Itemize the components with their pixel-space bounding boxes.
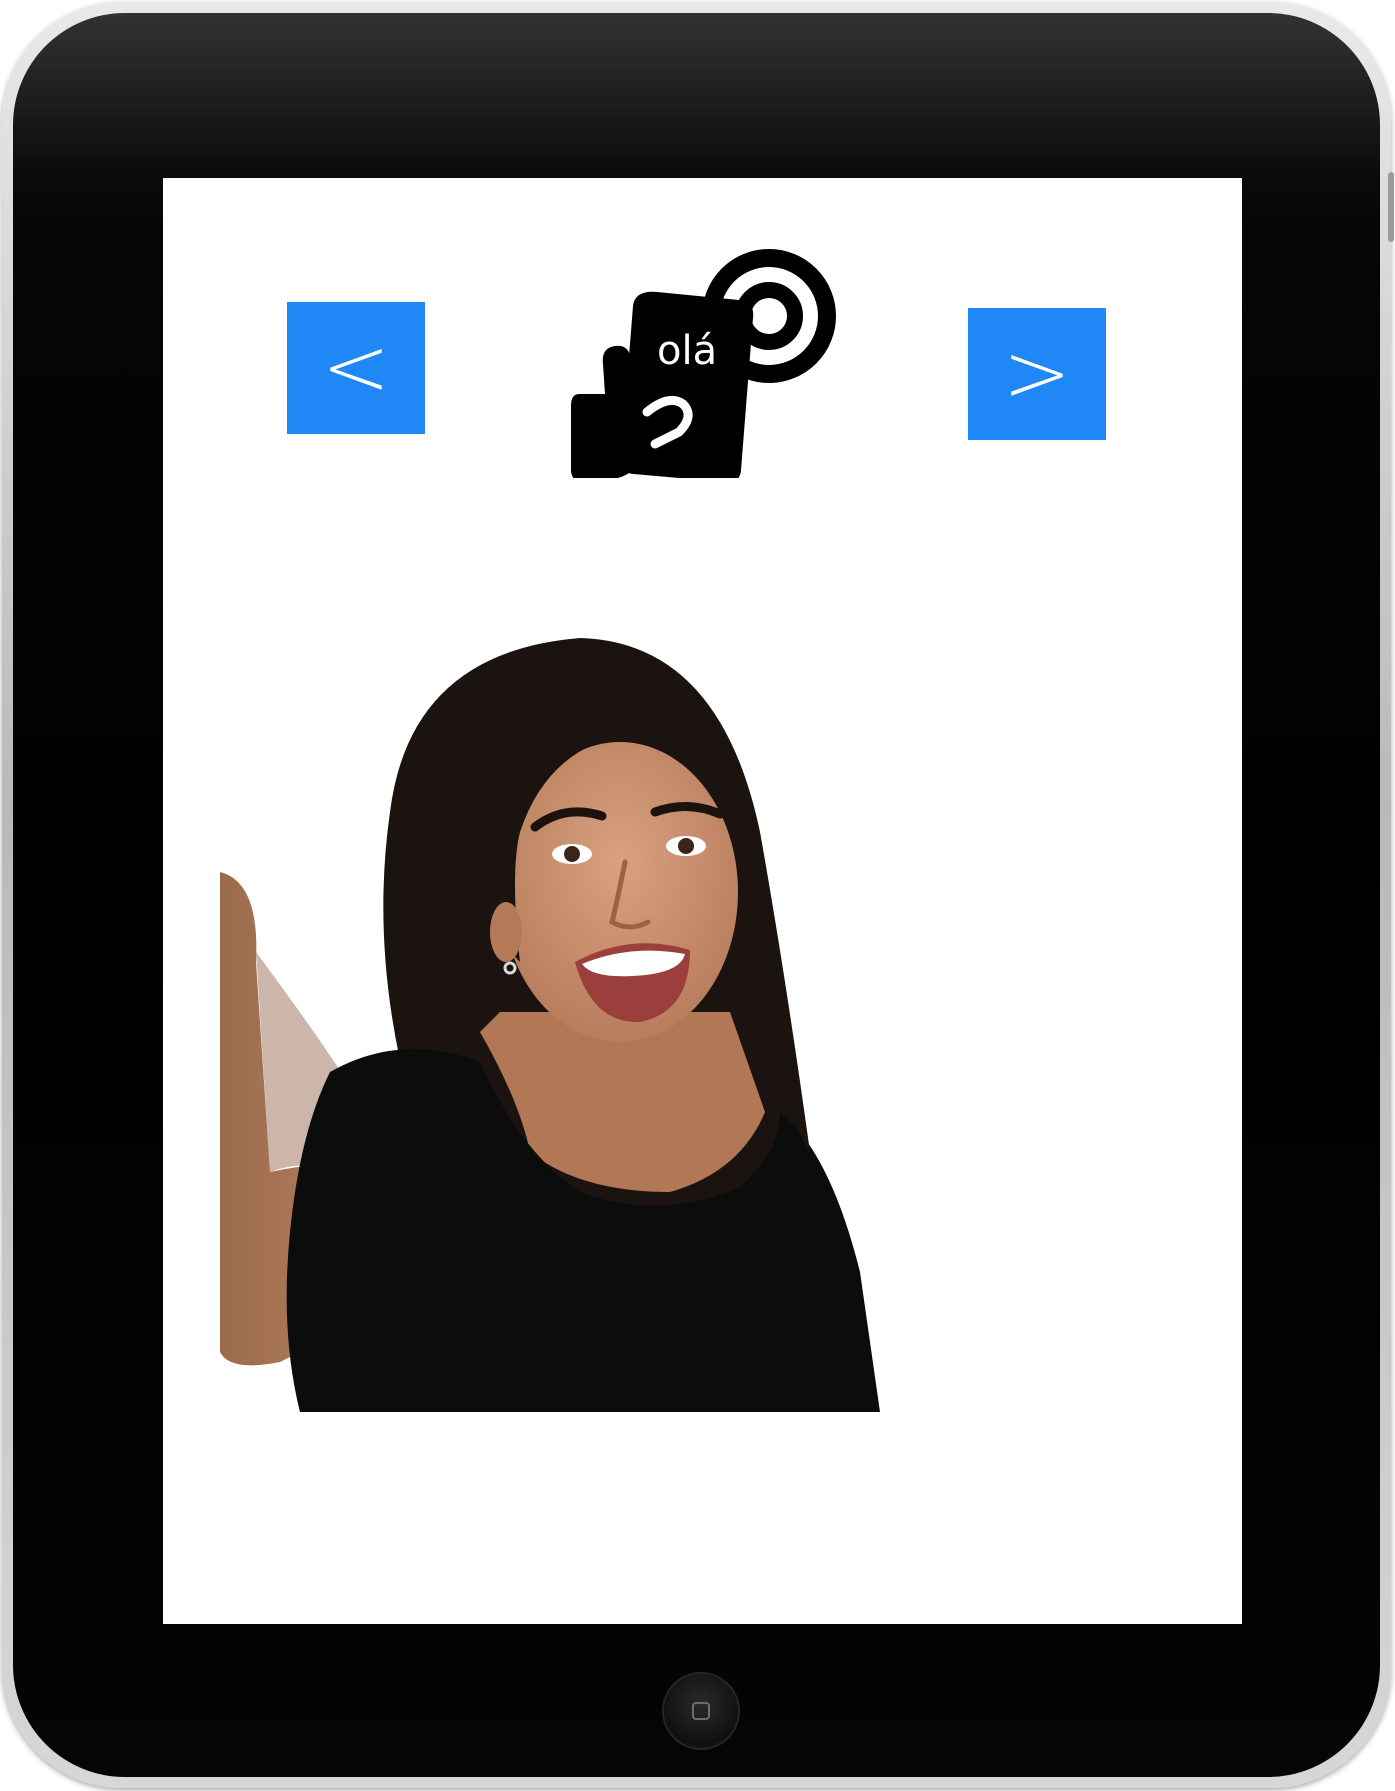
side-button[interactable] bbox=[1388, 172, 1394, 242]
tablet-frame: < olá > bbox=[2, 2, 1394, 1788]
home-square-icon bbox=[692, 1702, 710, 1720]
hand-tap-icon: olá bbox=[571, 249, 836, 478]
home-button[interactable] bbox=[662, 1672, 740, 1750]
woman-selfie-photo bbox=[220, 638, 881, 1412]
previous-button[interactable]: < bbox=[287, 302, 425, 434]
screen: < olá > bbox=[163, 178, 1242, 1624]
logo-text: olá bbox=[657, 328, 717, 374]
next-button[interactable]: > bbox=[968, 308, 1106, 440]
